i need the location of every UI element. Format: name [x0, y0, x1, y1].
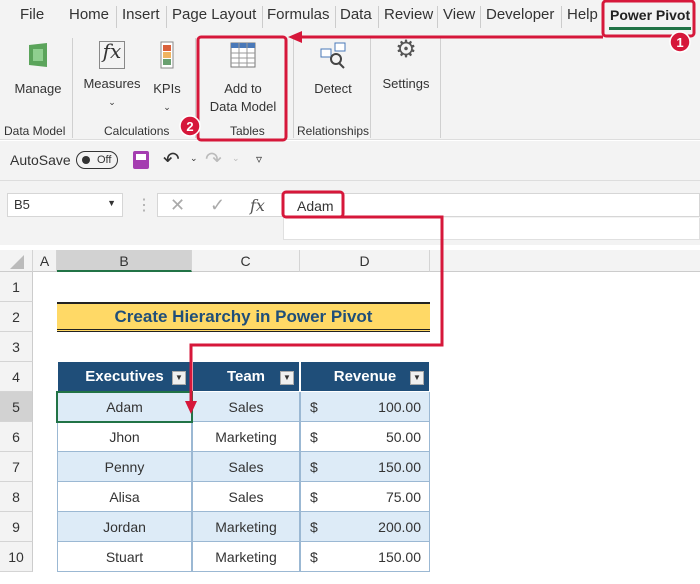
annotations: 1 2: [179, 0, 696, 414]
highlight-formula-value: [281, 190, 345, 219]
step-badge-1: 1: [669, 31, 691, 53]
arrowhead-icon: [288, 31, 302, 43]
highlight-power-pivot: [601, 0, 696, 38]
step-badge-2: 2: [179, 115, 201, 137]
svg-text:2: 2: [186, 119, 193, 134]
arrow-to-cell: [189, 215, 444, 405]
arrowhead-icon: [185, 401, 197, 414]
svg-text:1: 1: [676, 35, 683, 50]
highlight-add-to-data-model: [196, 35, 288, 142]
